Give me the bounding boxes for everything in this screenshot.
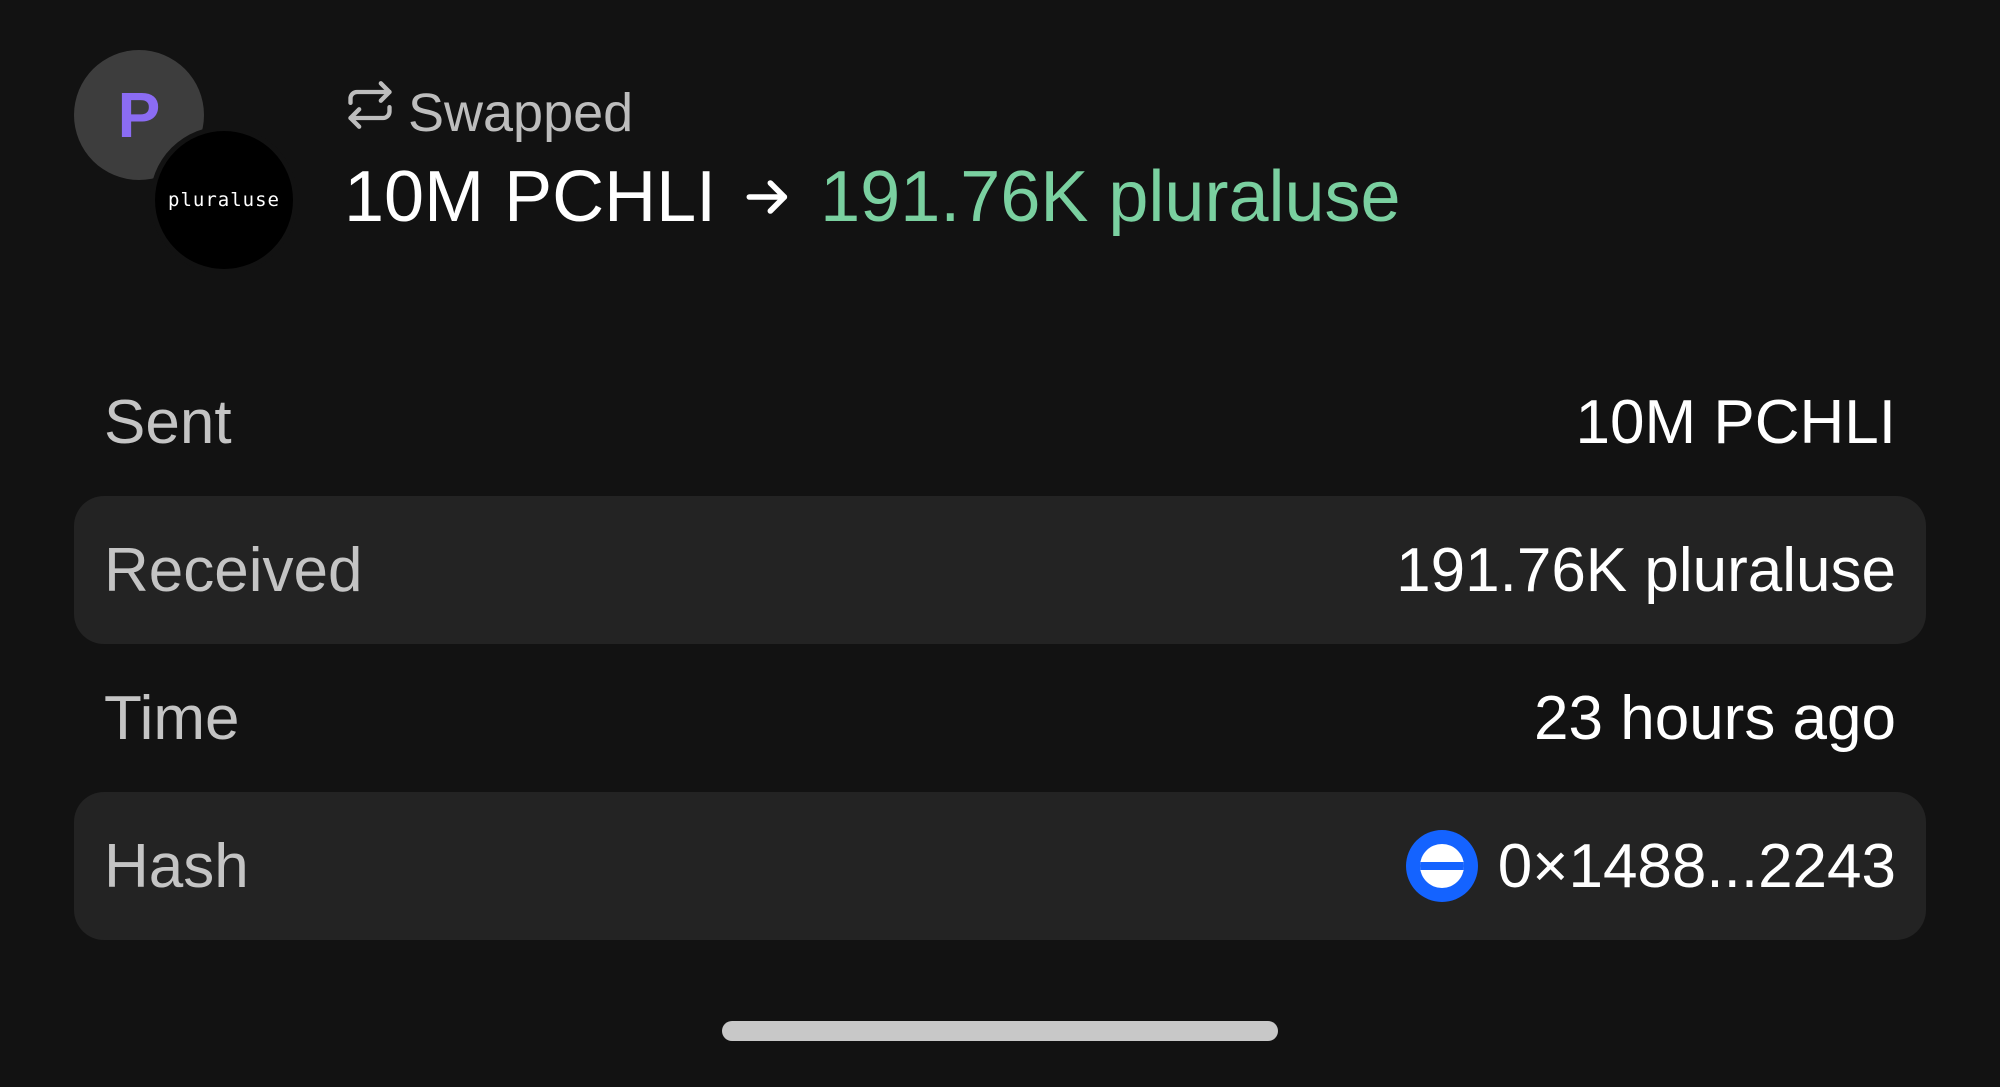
swap-summary: 10M PCHLI 191.76K pluraluse: [344, 150, 1401, 244]
detail-row-received: Received 191.76K pluraluse: [74, 496, 1926, 644]
status-label: Swapped: [408, 83, 634, 143]
detail-label: Received: [104, 535, 363, 605]
arrow-right-icon: [740, 169, 796, 225]
detail-value: 191.76K pluraluse: [1396, 535, 1896, 605]
detail-list: Sent 10M PCHLI Received 191.76K pluralus…: [74, 348, 1926, 940]
sent-amount: 10M PCHLI: [344, 157, 717, 237]
hash-link[interactable]: 0×1488...2243: [1405, 830, 1896, 902]
detail-label: Time: [104, 683, 240, 753]
detail-label: Sent: [104, 387, 232, 457]
token-logo: pluraluse: [150, 126, 298, 274]
detail-row-time: Time 23 hours ago: [74, 644, 1926, 792]
received-amount: 191.76K pluraluse: [820, 157, 1401, 237]
hash-value[interactable]: 0×1488...2243: [1498, 831, 1896, 902]
detail-value: 23 hours ago: [1534, 683, 1896, 753]
swap-icon: [344, 78, 396, 148]
home-indicator[interactable]: [722, 1021, 1278, 1041]
transaction-detail-screen: P pluraluse Swapped 10M PCHLI 191.76K pl…: [0, 0, 2000, 1087]
detail-row-sent: Sent 10M PCHLI: [74, 348, 1926, 496]
detail-value: 10M PCHLI: [1575, 387, 1896, 457]
detail-label: Hash: [104, 831, 249, 901]
avatar-stack: P pluraluse: [74, 50, 298, 274]
base-chain-icon: [1405, 830, 1478, 902]
transaction-header: Swapped 10M PCHLI 191.76K pluraluse: [344, 78, 1401, 244]
status-line: Swapped: [344, 78, 1401, 148]
detail-row-hash[interactable]: Hash 0×1488...2243: [74, 792, 1926, 940]
